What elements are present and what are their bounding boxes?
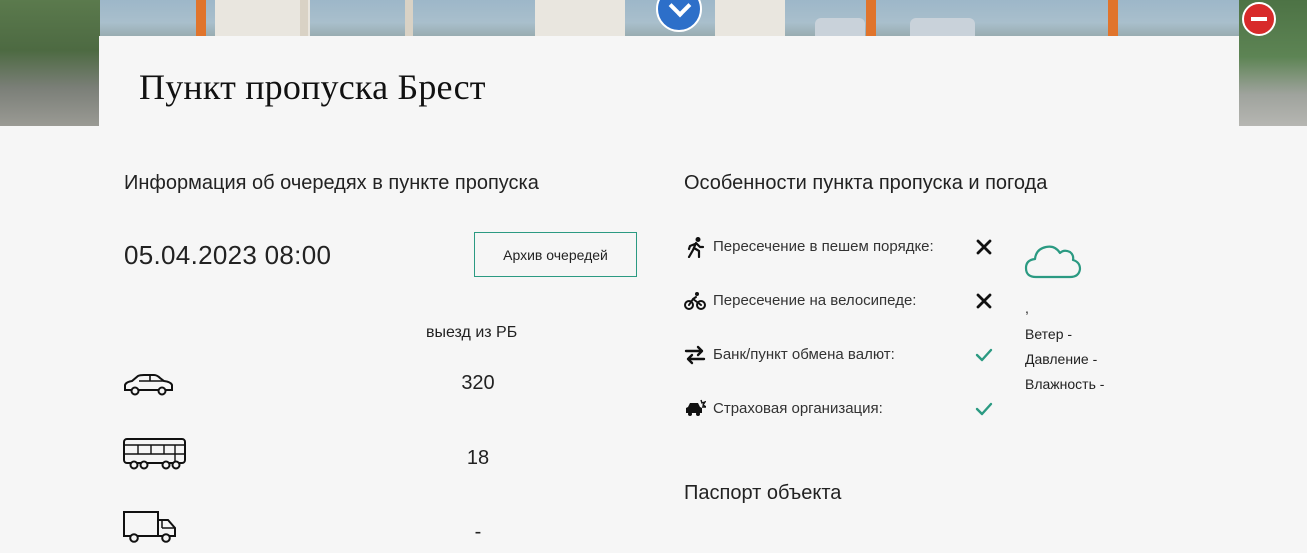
feature-label: Пересечение на велосипеде: — [713, 292, 917, 309]
hero-barrier-post — [196, 0, 206, 36]
hero-trees-left — [0, 0, 100, 126]
hero-car — [910, 18, 975, 36]
hero-post — [300, 0, 308, 36]
car-icon — [124, 374, 173, 396]
hero-barrier-post — [866, 0, 876, 36]
queues-heading: Информация об очередях в пункте пропуска — [124, 172, 539, 194]
queue-archive-button[interactable]: Архив очередей — [474, 232, 637, 277]
bicycle-icon — [684, 292, 706, 310]
hero-barrier-post — [1108, 0, 1118, 36]
check-icon — [975, 348, 993, 362]
queue-datetime: 05.04.2023 08:00 — [124, 240, 332, 270]
hero-booth — [715, 0, 785, 36]
pedestrian-icon — [687, 237, 705, 258]
direction-label: выезд из РБ — [426, 324, 518, 341]
hero-booth — [215, 0, 310, 36]
weather-pressure: Давление - — [1025, 351, 1098, 367]
weather-humidity: Влажность - — [1025, 376, 1105, 392]
content-card — [99, 36, 1239, 553]
feature-label: Страховая организация: — [713, 400, 883, 417]
cross-icon — [976, 239, 992, 255]
check-icon — [975, 402, 993, 416]
features-heading: Особенности пункта пропуска и погода — [684, 172, 1048, 194]
exchange-icon — [684, 345, 706, 365]
hero-road-sign-icon — [656, 0, 702, 32]
passport-heading: Паспорт объекта — [684, 482, 842, 504]
weather-wind: Ветер - — [1025, 326, 1073, 342]
cloud-icon — [1024, 245, 1082, 279]
hero-car — [815, 18, 865, 36]
insurance-icon — [686, 399, 706, 416]
truck-icon — [123, 511, 176, 543]
feature-label: Банк/пункт обмена валют: — [713, 346, 895, 363]
cross-icon — [976, 293, 992, 309]
hero-booth — [535, 0, 625, 36]
weather-summary: , — [1025, 300, 1029, 316]
truck-queue-value: - — [474, 521, 482, 543]
feature-label: Пересечение в пешем порядке: — [713, 238, 934, 255]
hero-no-entry-sign-icon — [1242, 2, 1276, 36]
bus-icon — [123, 438, 186, 470]
bus-queue-value: 18 — [466, 447, 490, 469]
page-title: Пункт пропуска Брест — [139, 67, 486, 107]
car-queue-value: 320 — [461, 372, 495, 394]
hero-post — [405, 0, 413, 36]
